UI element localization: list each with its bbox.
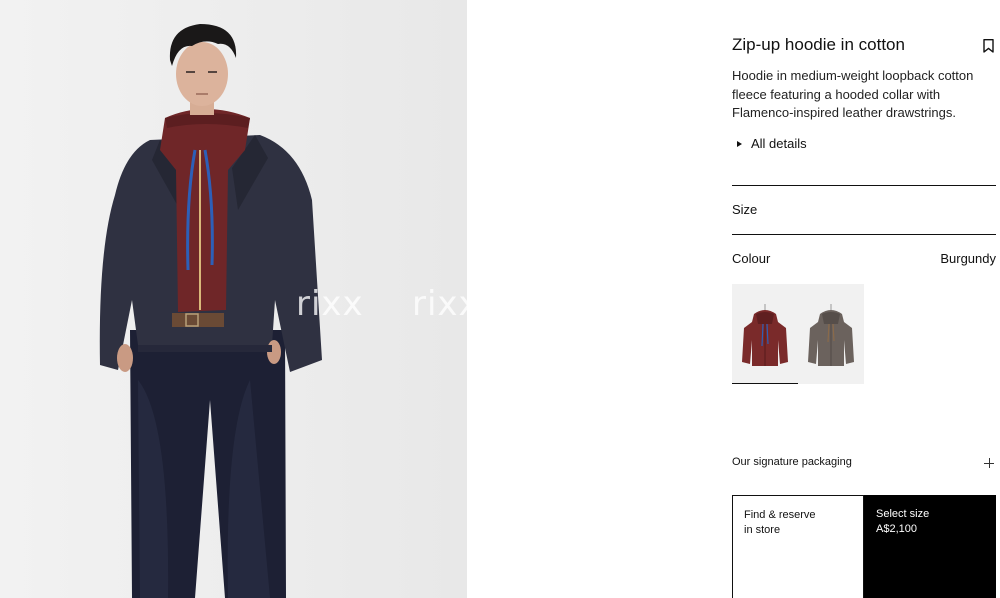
store-button-line2: in store: [744, 524, 781, 536]
store-button-line1: Find & reserve: [744, 509, 816, 521]
select-size-label: Select size: [876, 508, 930, 520]
hoodie-thumbnail: [798, 284, 864, 384]
colour-swatch-burgundy[interactable]: [732, 284, 798, 384]
model-illustration: [0, 0, 467, 598]
plus-icon: [984, 458, 994, 468]
colour-swatch-grey[interactable]: [798, 284, 864, 384]
all-details-toggle[interactable]: All details: [737, 136, 807, 151]
select-size-button[interactable]: Select size A$2,100: [864, 495, 996, 598]
find-reserve-in-store-button[interactable]: Find & reserve in store: [732, 495, 864, 598]
bookmark-icon[interactable]: [983, 39, 994, 53]
selected-colour: Burgundy: [940, 251, 996, 266]
triangle-right-icon: [737, 140, 742, 147]
product-image[interactable]: rixx rixx: [0, 0, 467, 598]
product-info-panel: Zip-up hoodie in cotton Hoodie in medium…: [732, 0, 996, 598]
colour-label: Colour: [732, 251, 771, 266]
watermark: rixx: [296, 284, 364, 324]
size-selector[interactable]: Size: [732, 202, 757, 217]
watermark: rixx: [412, 284, 467, 324]
divider: [732, 185, 996, 186]
product-title: Zip-up hoodie in cotton: [732, 35, 905, 54]
divider: [732, 234, 996, 235]
signature-packaging-label: Our signature packaging: [732, 456, 852, 468]
product-price: A$2,100: [876, 523, 917, 535]
hoodie-thumbnail: [732, 284, 798, 384]
all-details-label: All details: [751, 136, 807, 151]
product-description: Hoodie in medium-weight loopback cotton …: [732, 68, 974, 120]
signature-packaging-accordion[interactable]: Our signature packaging: [732, 455, 996, 473]
